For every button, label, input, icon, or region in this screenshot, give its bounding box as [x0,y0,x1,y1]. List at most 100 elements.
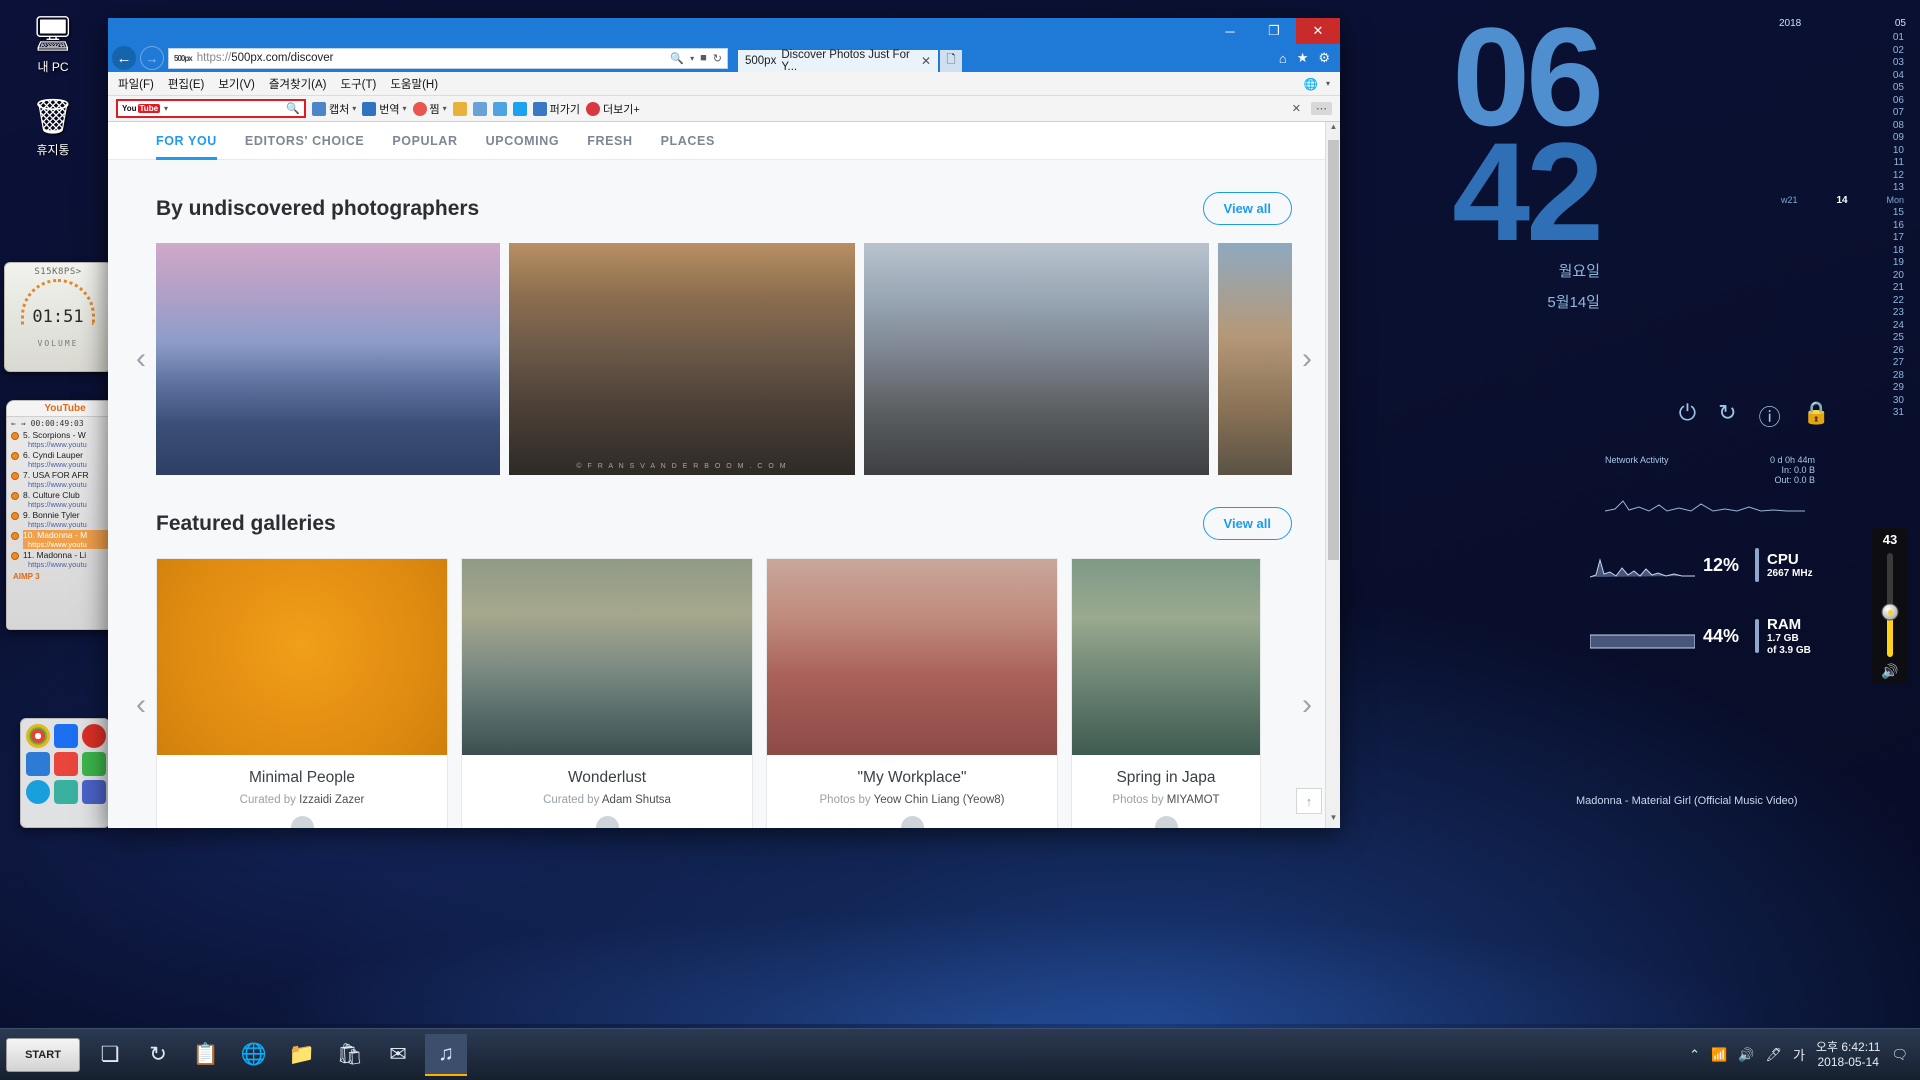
youtube-track-list[interactable]: 5. Scorpions - Whttps://www.youtu 6. Cynd… [7,430,123,569]
browser-app-icon[interactable] [54,724,78,748]
maximize-button[interactable]: ❐ [1252,18,1296,44]
playlist-item[interactable]: 6. Cyndi Lauper https://www.youtu [10,450,120,469]
mail-button[interactable]: ✉ [377,1034,419,1076]
photo-card-sea-rocks-sunset[interactable]: © F R A N S V A N D E R B O O M . C O M [509,243,855,475]
volume-slider-track[interactable] [1881,553,1899,657]
tray-chevron-icon[interactable]: ⌃ [1689,1047,1700,1063]
stop-icon[interactable]: ■ [700,52,707,64]
volume-icon[interactable]: 🔊 [1738,1047,1754,1063]
volume-gauge-widget[interactable]: S15K8PS> 01:51 VOLUME [4,262,112,372]
menu-bar[interactable]: 파일(F) 편집(E) 보기(V) 즐겨찾기(A) 도구(T) 도움말(H) 🌐… [108,72,1340,96]
gallery-card[interactable]: Minimal People Curated by Izzaidi Zazer [156,558,448,828]
taskbar-clock[interactable]: 오후 6:42:11 2018-05-14 [1816,1040,1881,1070]
gallery-author-name[interactable]: Yeow Chin Liang (Yeow8) [874,794,1005,806]
new-tab-button[interactable]: 🗋 [940,50,962,72]
scroll-to-top-button[interactable]: ↑ [1296,788,1322,814]
pdf-app-icon[interactable] [54,752,78,776]
site-tab-for-you[interactable]: FOR YOU [156,122,217,160]
favorites-icon[interactable]: ★ [1297,50,1309,66]
toolbar-item-bookmark[interactable]: 찜 ▾ [412,101,447,117]
action-center-icon[interactable]: 🗨 [1891,1047,1908,1063]
carousel-next-icon[interactable]: › [1294,342,1320,376]
chevron-down-icon[interactable]: ▾ [690,54,694,63]
site-tab-editors-choice[interactable]: EDITORS' CHOICE [245,122,364,160]
speaker-icon[interactable]: 🔊 [1872,661,1908,680]
gallery-author-name[interactable]: Izzaidi Zazer [299,794,364,806]
site-tab-fresh[interactable]: FRESH [587,122,632,160]
toolbar-item-embed[interactable]: 퍼가기 [532,101,580,117]
menu-edit[interactable]: 편집(E) [168,76,205,92]
taskbar[interactable]: START ❏ ↻ 📋 🌐 📁 🛍 ✉ ♫ ⌃ 📶 🔊 🖊 가 오후 6:42:… [0,1028,1920,1080]
playlist-item[interactable]: 7. USA FOR AFR https://www.youtu [10,470,120,489]
page-scrollbar[interactable]: ▲ ▼ [1325,122,1340,828]
search-icon[interactable]: 🔍 [286,102,300,115]
toolbar-item-capture[interactable]: 캡처 ▾ [312,101,356,117]
system-tray[interactable]: ⌃ 📶 🔊 🖊 가 오후 6:42:11 2018-05-14 🗨 [1689,1040,1920,1070]
chrome-app-icon[interactable] [26,724,50,748]
photo-card-mount-fuji-lake[interactable] [156,243,500,475]
address-bar[interactable]: 500px https://500px.com/discover 🔍 ▾ ■ ↻ [168,47,728,69]
toolbar-item-more[interactable]: 더보기+ [586,101,640,117]
store-button[interactable]: 🛍 [329,1034,371,1076]
gallery-carousel[interactable]: ‹ › Minimal People Curated by Izzaidi Zaz… [136,558,1312,828]
view-all-button[interactable]: View all [1202,192,1292,225]
back-button[interactable]: ← [112,46,136,70]
gallery-cover-image[interactable] [1072,559,1260,755]
info-icon[interactable]: ⓘ [1759,400,1781,432]
search-icon[interactable]: 🔍 [670,52,684,65]
menu-file[interactable]: 파일(F) [118,76,154,92]
chevron-down-icon[interactable]: ▾ [164,104,168,113]
gallery-cover-image[interactable] [157,559,447,755]
forward-button[interactable]: → [140,46,164,70]
youtube-search-box[interactable]: You Tube ▾ 🔍 [116,99,306,118]
photo-card-coastal-village[interactable] [1218,243,1292,475]
gallery-author-name[interactable]: MIYAMOT [1167,794,1220,806]
ie-logo-icon[interactable]: 🌐 [1304,77,1318,91]
refresh-button[interactable]: ↻ [137,1034,179,1076]
scrollbar-thumb[interactable] [1328,140,1339,560]
gallery-row[interactable]: Minimal People Curated by Izzaidi Zazer Wo… [156,558,1292,828]
view-all-button[interactable]: View all [1202,507,1292,540]
restart-icon[interactable]: ↻ [1718,400,1736,432]
chevron-down-icon[interactable]: ▾ [352,104,356,113]
chevron-down-icon[interactable]: ▾ [1326,79,1330,88]
refresh-icon[interactable]: ↻ [713,52,722,65]
avatar[interactable] [595,816,619,828]
toolbar-item-translate[interactable]: 번역 ▾ [362,101,407,117]
site-tab-places[interactable]: PLACES [661,122,715,160]
addon-toolbar[interactable]: You Tube ▾ 🔍 캡처 ▾ 번역 ▾ 찜 ▾ 퍼가기 더보기+ ✕ ⋯ [108,96,1340,122]
home-icon[interactable]: ⌂ [1279,51,1287,66]
toolbar-close-icon[interactable]: ✕ [1292,102,1301,115]
gallery-cover-image[interactable] [767,559,1057,755]
brush-icon[interactable] [452,101,467,116]
toolbar-overflow-icon[interactable]: ⋯ [1311,102,1332,115]
volume-slider-widget[interactable]: 43 🔊 [1872,528,1908,684]
tool-app-icon[interactable] [26,752,50,776]
app-launcher-widget[interactable] [20,718,110,828]
browser-window[interactable]: ─ ❐ ✕ ← → 500px https://500px.com/discov… [108,18,1340,828]
carousel-next-icon[interactable]: › [1294,688,1320,722]
avatar[interactable] [900,816,924,828]
close-button[interactable]: ✕ [1296,18,1340,44]
share-icon[interactable] [492,101,507,116]
gallery-author-name[interactable]: Adam Shutsa [602,794,671,806]
site-tab-upcoming[interactable]: UPCOMING [486,122,560,160]
misc-app-icon[interactable] [82,780,106,804]
photo-carousel[interactable]: ‹ › © F R A N S V A N D E R B O O M . C … [136,243,1312,475]
browser-navbar[interactable]: ← → 500px https://500px.com/discover 🔍 ▾… [108,44,1340,73]
carousel-prev-icon[interactable]: ‹ [128,342,154,376]
web-page[interactable]: FOR YOU EDITORS' CHOICE POPULAR UPCOMING FRE… [108,122,1340,828]
power-controls[interactable]: ⏻ ↻ ⓘ 🔒 [1679,400,1830,432]
photo-row[interactable]: © F R A N S V A N D E R B O O M . C O M [156,243,1292,475]
gallery-cover-image[interactable] [462,559,752,755]
minimize-button[interactable]: ─ [1208,18,1252,44]
gallery-card[interactable]: "My Workplace" Photos by Yeow Chin Liang … [766,558,1058,828]
menu-view[interactable]: 보기(V) [218,76,255,92]
menu-help[interactable]: 도움말(H) [390,76,438,92]
browser-button[interactable]: 🌐 [233,1034,275,1076]
avatar[interactable] [1154,816,1178,828]
volume-slider-knob[interactable] [1881,603,1899,621]
next-track-icon[interactable]: ⇒ [21,419,26,428]
playlist-item[interactable]: 8. Culture Club https://www.youtu [10,490,120,509]
aimp-button[interactable]: ♫ [425,1033,467,1076]
